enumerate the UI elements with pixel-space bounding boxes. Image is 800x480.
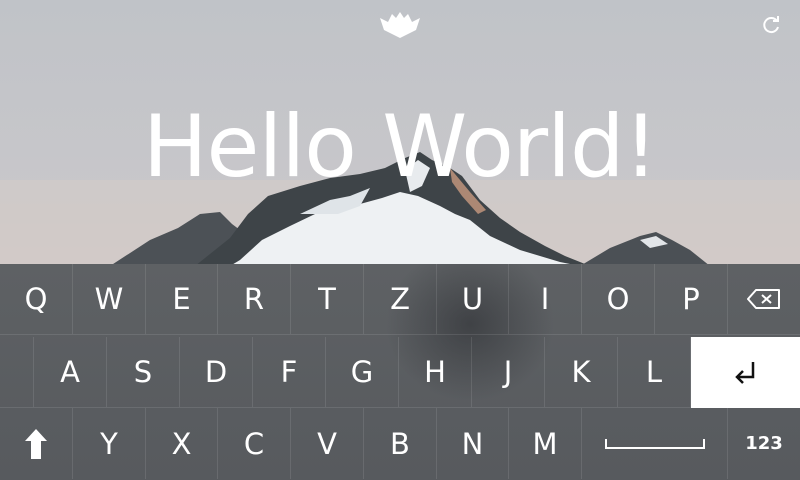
- key-t[interactable]: T: [291, 264, 364, 335]
- key-j[interactable]: J: [472, 337, 545, 408]
- key-z[interactable]: Z: [364, 264, 437, 335]
- key-v[interactable]: V: [291, 408, 364, 479]
- keyboard-row-2: A S D F G H J K L: [0, 337, 800, 409]
- key-u[interactable]: U: [437, 264, 509, 335]
- key-e[interactable]: E: [146, 264, 218, 335]
- keyboard-row-1: Q W E R T Z U I O P: [0, 264, 800, 336]
- backspace-key[interactable]: [728, 264, 800, 335]
- headline-text: Hello World!: [142, 97, 658, 197]
- key-b[interactable]: B: [364, 408, 437, 479]
- shift-key[interactable]: [0, 408, 73, 479]
- key-w[interactable]: W: [73, 264, 146, 335]
- key-m[interactable]: M: [509, 408, 582, 479]
- key-x[interactable]: X: [146, 408, 218, 479]
- key-g[interactable]: G: [326, 337, 399, 408]
- space-key[interactable]: [582, 408, 728, 479]
- key-h[interactable]: H: [399, 337, 472, 408]
- shift-arrow-icon: [24, 428, 48, 460]
- key-s[interactable]: S: [107, 337, 180, 408]
- key-l[interactable]: L: [618, 337, 691, 408]
- enter-icon: [733, 359, 759, 385]
- on-screen-keyboard: Q W E R T Z U I O P A S D F G H J K L Y …: [0, 264, 800, 480]
- key-k[interactable]: K: [545, 337, 618, 408]
- key-n[interactable]: N: [437, 408, 509, 479]
- key-p[interactable]: P: [655, 264, 728, 335]
- key-a[interactable]: A: [34, 337, 107, 408]
- key-d[interactable]: D: [180, 337, 253, 408]
- key-c[interactable]: C: [218, 408, 291, 479]
- enter-key[interactable]: [691, 337, 800, 408]
- numbers-key[interactable]: 123: [728, 408, 800, 479]
- key-o[interactable]: O: [582, 264, 655, 335]
- key-i[interactable]: I: [509, 264, 582, 335]
- bat-logo-icon: [378, 8, 422, 40]
- keyboard-row-3: Y X C V B N M 123: [0, 408, 800, 480]
- key-y[interactable]: Y: [73, 408, 146, 479]
- space-bar-icon: [604, 438, 705, 450]
- key-spacer-left: [0, 337, 34, 408]
- backspace-icon: [746, 288, 782, 310]
- refresh-icon[interactable]: [760, 14, 782, 36]
- key-f[interactable]: F: [253, 337, 326, 408]
- key-r[interactable]: R: [218, 264, 291, 335]
- key-q[interactable]: Q: [0, 264, 73, 335]
